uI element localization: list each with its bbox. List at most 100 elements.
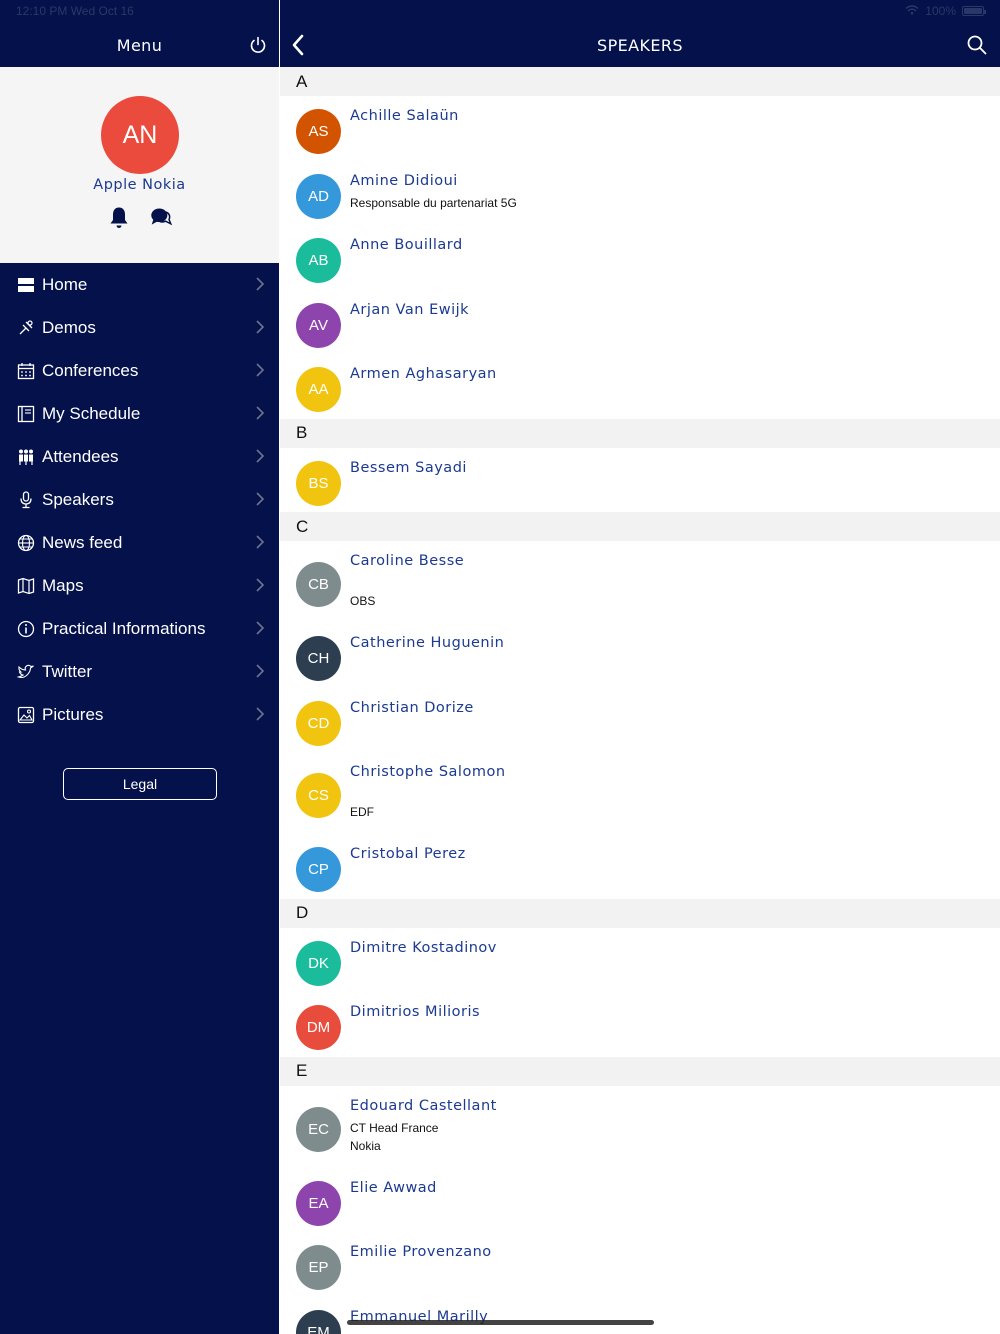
chevron-right-icon <box>256 320 265 334</box>
battery-icon <box>962 6 986 16</box>
chevron-right-icon <box>256 535 265 549</box>
speaker-avatar: AS <box>296 109 341 154</box>
sidebar-item-label: Home <box>42 274 88 294</box>
chat-icon <box>150 208 172 226</box>
sidebar-item-attendees[interactable]: Attendees <box>0 435 279 478</box>
status-right: 100% <box>905 4 986 18</box>
speaker-name: Armen Aghasaryan <box>350 366 497 382</box>
chevron-right-icon <box>256 621 265 635</box>
speaker-row[interactable]: AD Amine Didioui Responsable du partenaria… <box>280 161 1000 226</box>
speaker-avatar: EA <box>296 1180 341 1226</box>
messages-button[interactable] <box>150 205 172 229</box>
speaker-row[interactable]: CB Caroline Besse OBS <box>280 541 1000 623</box>
speaker-avatar: EP <box>296 1245 341 1290</box>
wifi-icon <box>905 4 919 18</box>
speaker-row[interactable]: CD Christian Dorize <box>280 688 1000 753</box>
section-header-c: C <box>280 512 1000 541</box>
power-icon <box>250 36 266 53</box>
sidebar-item-twitter[interactable]: Twitter <box>0 650 279 693</box>
speaker-subtitle: Responsable du partenariat 5G <box>350 195 517 210</box>
section-header-d: D <box>280 898 1000 928</box>
speaker-name: Elie Awwad <box>350 1179 437 1196</box>
sidebar-item-pictures[interactable]: Pictures <box>0 693 279 736</box>
speaker-avatar: DK <box>296 940 341 986</box>
speaker-avatar: EC <box>296 1106 341 1152</box>
speaker-list: A AS Achille Salaün AD Amine Didioui Responsa… <box>280 67 1000 1334</box>
speaker-name: Cristobal Perez <box>350 846 466 862</box>
sidebar-item-news-feed[interactable]: News feed <box>0 521 279 564</box>
speaker-row[interactable]: CH Catherine Huguenin <box>280 623 1000 688</box>
speaker-name: Arjan Van Ewijk <box>350 301 470 318</box>
sidebar-item-label: Twitter <box>42 661 93 681</box>
speaker-row[interactable]: EC Edouard Castellant CT Head France Nokia <box>280 1086 1000 1168</box>
speaker-avatar: AD <box>296 173 341 219</box>
profile-avatar[interactable]: AN <box>101 96 179 174</box>
speaker-row[interactable]: EP Emilie Provenzano <box>280 1232 1000 1297</box>
chevron-right-icon <box>256 707 265 721</box>
speaker-avatar: DM <box>296 1005 341 1050</box>
sidebar-item-maps[interactable]: Maps <box>0 564 279 607</box>
profile-name[interactable]: Apple Nokia <box>0 177 279 193</box>
sidebar-item-home[interactable]: Home <box>0 263 279 306</box>
battery-percent: 100% <box>925 4 956 18</box>
speaker-avatar: CD <box>296 700 341 746</box>
speaker-row[interactable]: CP Cristobal Perez <box>280 834 1000 899</box>
sidebar-item-label: My Schedule <box>42 403 141 423</box>
sidebar-item-my-schedule[interactable]: My Schedule <box>0 392 279 435</box>
profile-card: AN Apple Nokia <box>0 67 279 263</box>
sidebar-item-demos[interactable]: Demos <box>0 306 279 349</box>
sidebar-item-label: Pictures <box>42 704 104 724</box>
search-button[interactable] <box>966 34 988 56</box>
speaker-row[interactable]: DK Dimitre Kostadinov <box>280 928 1000 993</box>
logout-button[interactable] <box>247 34 269 56</box>
microphone-icon <box>16 490 36 510</box>
sidebar-item-practical-informations[interactable]: Practical Informations <box>0 607 279 650</box>
sidebar-nav: Home Demos Conferences My Schedule Atten… <box>0 263 279 736</box>
globe-icon <box>16 533 36 553</box>
demos-icon <box>16 318 36 338</box>
speaker-row[interactable]: BS Bessem Sayadi <box>280 448 1000 513</box>
section-header-e: E <box>280 1056 1000 1086</box>
speaker-name: Emilie Provenzano <box>350 1244 492 1260</box>
attendees-icon <box>16 447 36 467</box>
speaker-name: Christophe Salomon <box>350 764 506 780</box>
chevron-right-icon <box>256 406 265 420</box>
speaker-row[interactable]: AV Arjan Van Ewijk <box>280 290 1000 355</box>
speaker-avatar: CS <box>296 773 341 818</box>
speaker-row[interactable]: AS Achille Salaün <box>280 96 1000 161</box>
speaker-row[interactable]: AB Anne Bouillard <box>280 225 1000 290</box>
speaker-subtitle: OBS <box>350 594 376 608</box>
speaker-name: Achille Salaün <box>350 108 459 124</box>
speaker-row[interactable]: CS Christophe Salomon EDF <box>280 752 1000 834</box>
speaker-avatar: BS <box>296 460 341 506</box>
notifications-button[interactable] <box>108 205 130 229</box>
speaker-avatar: AA <box>296 367 341 412</box>
speaker-subtitle: EDF <box>350 805 374 819</box>
chevron-right-icon <box>256 492 265 506</box>
status-time: 12:10 PM Wed Oct 16 <box>16 4 134 18</box>
chevron-right-icon <box>256 277 265 291</box>
speaker-row[interactable]: EM Emmanuel Marilly <box>280 1297 1000 1334</box>
sidebar-item-conferences[interactable]: Conferences <box>0 349 279 392</box>
speaker-avatar: CB <box>296 562 341 607</box>
speaker-avatar: EM <box>296 1309 341 1334</box>
sidebar-item-speakers[interactable]: Speakers <box>0 478 279 521</box>
twitter-icon <box>16 662 36 682</box>
speaker-name: Amine Didioui <box>350 172 458 189</box>
speaker-avatar: AB <box>296 238 341 283</box>
sidebar-item-label: Maps <box>42 575 84 595</box>
schedule-icon <box>16 404 36 424</box>
speaker-row[interactable]: AA Armen Aghasaryan <box>280 354 1000 419</box>
sidebar-item-label: Practical Informations <box>42 618 206 638</box>
legal-button[interactable]: Legal <box>63 768 217 800</box>
speaker-avatar: CP <box>296 847 341 892</box>
speaker-row[interactable]: EA Elie Awwad <box>280 1168 1000 1233</box>
sidebar-item-label: Demos <box>42 317 96 337</box>
sidebar: Menu AN Apple Nokia Home Demos Conferenc… <box>0 0 279 1334</box>
info-icon <box>16 619 36 639</box>
speaker-row[interactable]: DM Dimitrios Milioris <box>280 992 1000 1057</box>
calendar-icon <box>16 361 36 381</box>
speaker-avatar: CH <box>296 636 341 681</box>
home-indicator <box>347 1320 654 1325</box>
sidebar-item-label: Conferences <box>42 360 139 380</box>
